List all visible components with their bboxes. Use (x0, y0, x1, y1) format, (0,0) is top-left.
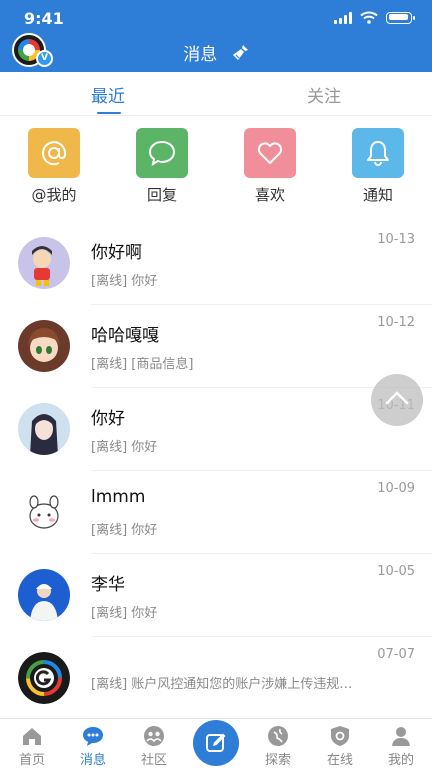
contact-name: 哈哈嘎嘎 (91, 326, 159, 346)
message-date: 10-09 (377, 481, 415, 496)
online-icon (329, 725, 351, 747)
contact-name: 你好啊 (91, 243, 142, 263)
nav-messages[interactable]: 消息 (68, 725, 118, 768)
page-title: 消息 (0, 40, 432, 65)
nav-community[interactable]: 社区 (129, 725, 179, 768)
wifi-icon (360, 11, 378, 24)
message-preview: [离线] 你好 (91, 440, 158, 455)
contact-name: 你好 (91, 409, 125, 429)
message-date: 10-12 (377, 315, 415, 330)
message-preview: [离线] 账户风控通知您的账户涉嫌上传违规… (91, 677, 353, 692)
quick-action-label: 通知 (362, 186, 393, 204)
heart-icon (257, 142, 283, 164)
avatar (18, 320, 70, 372)
message-preview: [离线] 你好 (91, 274, 158, 289)
contact-name: 李华 (91, 575, 125, 595)
nav-label: 首页 (18, 753, 45, 768)
tab-recent[interactable]: 最近 (0, 82, 216, 107)
page-title-text: 消息 (183, 45, 218, 65)
chevron-up-icon (385, 391, 409, 405)
notifications-tile (352, 128, 404, 178)
list-item[interactable]: 李华 [离线] 你好 10-05 (0, 554, 432, 637)
message-date: 10-05 (377, 564, 415, 579)
list-item[interactable]: 哈哈嘎嘎 [离线] [商品信息] 10-12 (0, 305, 432, 388)
signal-icon (334, 11, 352, 24)
compose-icon (206, 733, 226, 752)
compose-button[interactable] (193, 720, 239, 766)
list-item[interactable]: 你好 [离线] 你好 10-11 (0, 388, 432, 471)
message-preview: [离线] 你好 (91, 523, 158, 538)
avatar (18, 403, 70, 455)
community-icon (143, 725, 165, 747)
comment-icon (148, 140, 176, 167)
list-item[interactable]: 你好啊 [离线] 你好 10-13 (0, 222, 432, 305)
message-date: 07-07 (377, 647, 415, 662)
battery-icon (386, 11, 415, 24)
nav-label: 消息 (79, 753, 106, 768)
profile-icon (390, 725, 412, 747)
nav-label: 探索 (264, 753, 291, 768)
avatar (18, 569, 70, 621)
nav-profile[interactable]: 我的 (376, 725, 426, 768)
app-header: 9:41 V 消息 (0, 0, 432, 72)
scroll-to-top-button[interactable] (371, 374, 423, 426)
quick-action-notifications[interactable]: 通知 (343, 128, 413, 205)
status-icons (334, 11, 415, 24)
list-item[interactable]: lmmm [离线] 你好 10-09 (0, 471, 432, 554)
message-preview: [离线] 你好 (91, 606, 158, 621)
home-icon (21, 725, 43, 747)
nav-label: 在线 (326, 753, 353, 768)
status-time: 9:41 (24, 9, 64, 28)
nav-label: 社区 (140, 753, 167, 768)
message-tabs: 最近 关注 (0, 72, 432, 116)
nav-explore[interactable]: 探索 (253, 725, 303, 768)
nav-online[interactable]: 在线 (315, 725, 365, 768)
contact-name: lmmm (91, 487, 146, 507)
active-tab-indicator (97, 112, 121, 114)
quick-action-likes[interactable]: 喜欢 (235, 128, 305, 205)
at-icon (42, 141, 66, 166)
likes-tile (244, 128, 296, 178)
mentions-tile (28, 128, 80, 178)
avatar (18, 486, 70, 538)
quick-action-replies[interactable]: 回复 (127, 128, 197, 205)
clear-broom-icon[interactable] (231, 44, 249, 62)
chat-icon (82, 725, 104, 747)
message-preview: [离线] [商品信息] (91, 357, 194, 372)
message-date: 10-13 (377, 232, 415, 247)
quick-action-mentions[interactable]: @我的 (19, 128, 89, 205)
nav-label: 我的 (387, 753, 414, 768)
message-list: 你好啊 [离线] 你好 10-13 哈哈嘎嘎 [离线] [商品信息] 10-12 (0, 222, 432, 720)
nav-home[interactable]: 首页 (7, 725, 57, 768)
replies-tile (136, 128, 188, 178)
status-bar: 9:41 (0, 0, 432, 36)
avatar (18, 237, 70, 289)
quick-actions: @我的 回复 喜欢 通知 (0, 128, 432, 208)
explore-icon (267, 725, 289, 747)
bell-icon (367, 141, 389, 166)
tab-following[interactable]: 关注 (216, 82, 432, 107)
avatar (18, 652, 70, 704)
quick-action-label: @我的 (31, 186, 77, 204)
quick-action-label: 喜欢 (254, 186, 285, 204)
quick-action-label: 回复 (146, 186, 177, 204)
list-item[interactable]: [离线] 账户风控通知您的账户涉嫌上传违规… 07-07 (0, 637, 432, 720)
